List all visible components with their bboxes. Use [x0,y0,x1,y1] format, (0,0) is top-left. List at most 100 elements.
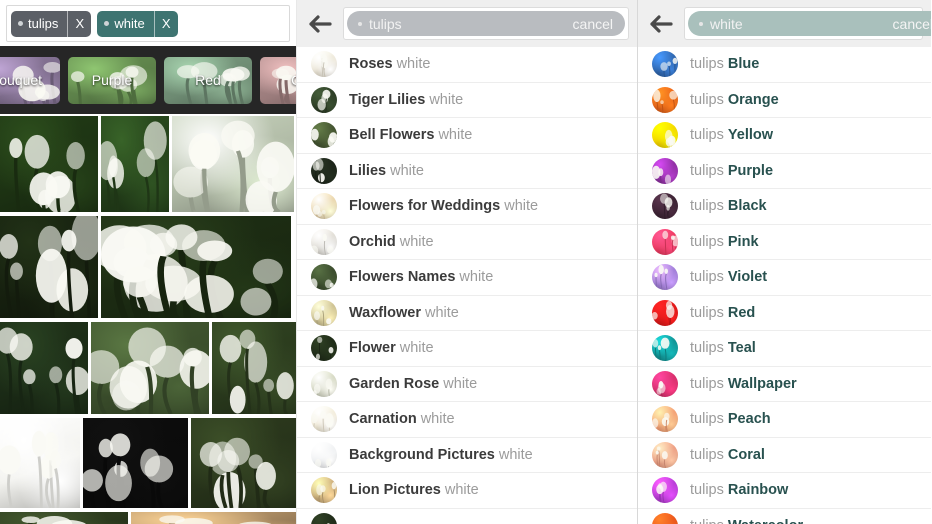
search-query-tulips: tulips [358,16,402,32]
suggestion-term: Lion Pictures [349,482,441,499]
result-image[interactable] [0,116,98,212]
search-pill-white[interactable]: white cancel [688,11,931,36]
suggestion-row[interactable]: Flowers Names white [297,260,637,296]
category-strip[interactable]: Bouquet Purple Red Cen [0,46,296,114]
suggestion-thumbnail [311,512,337,524]
result-image[interactable] [0,216,98,318]
cancel-button[interactable]: cancel [893,16,931,32]
chip-remove-icon[interactable]: X [153,10,178,37]
search-pill-tulips[interactable]: tulips cancel [347,11,625,36]
suggestion-text: Waxflower white [349,305,459,321]
suggestion-row[interactable]: tulips Purple [638,153,931,189]
search-chip-white[interactable]: white X [97,10,178,37]
category-card-red[interactable]: Red [164,56,252,104]
result-image[interactable] [101,216,291,318]
suggestion-row[interactable]: Tiger Lilies white [297,82,637,118]
suggestion-term: Purple [727,162,774,179]
suggestion-row[interactable]: tulips Peach [638,402,931,438]
suggestion-row[interactable]: Background Pictures white [297,437,637,473]
cancel-button[interactable]: cancel [573,16,613,32]
chip-input-box[interactable]: tulips Xwhite X [6,5,290,42]
suggestion-term: Flower [349,340,396,357]
suggestion-row[interactable]: Bell Flowers white [297,118,637,154]
suggestion-text: tulips Purple [690,163,773,179]
suggestion-row[interactable]: Orchid white [297,224,637,260]
suggestion-context: tulips [690,340,724,357]
suggestion-row[interactable]: Carnation white [297,402,637,438]
chip-remove-icon[interactable]: X [67,10,91,37]
suggestion-thumbnail [652,122,678,149]
suggestion-list-tulips[interactable]: Roses white Tiger Lilies white Bell Flower… [297,47,637,524]
search-query-text: white [710,15,743,32]
suggestion-row[interactable]: tulips Rainbow [638,473,931,509]
category-card-purple[interactable]: Purple [68,56,156,104]
suggestion-row[interactable]: Flower white [297,331,637,367]
result-image[interactable] [0,418,80,508]
suggestion-row[interactable]: Lion Pictures white [297,473,637,509]
back-arrow-icon[interactable] [648,11,674,37]
search-field-white[interactable]: white cancel [684,7,931,40]
result-image[interactable] [83,418,188,508]
suggestion-text: tulips Black [690,198,767,214]
suggestion-thumbnail [311,228,337,255]
result-image[interactable] [172,116,294,212]
query-dot-icon [358,21,362,26]
suggestion-term: Wallpaper [727,375,797,392]
suggestion-row[interactable]: Waxflower white [297,295,637,331]
suggestion-row[interactable]: tulips Wallpaper [638,366,931,402]
suggestion-thumbnail [652,406,678,433]
suggestion-row[interactable]: tulips Coral [638,437,931,473]
result-image[interactable] [212,322,296,414]
search-chip-tulips[interactable]: tulips X [11,10,92,37]
category-card-bouquet[interactable]: Bouquet [0,56,60,104]
suggestion-row[interactable]: tulips Yellow [638,118,931,154]
suggestion-thumbnail [311,51,337,78]
suggestion-row[interactable]: tulips Pink [638,224,931,260]
suggestion-term: Violet [727,269,768,286]
suggestion-row[interactable]: tulips Blue [638,47,931,83]
suggestion-text: tulips Wallpaper [690,376,797,392]
search-bar-white: white cancel [638,0,931,47]
suggestion-row[interactable] [297,508,637,524]
suggestion-text: Garden Rose white [349,376,477,392]
back-arrow-icon[interactable] [307,11,333,37]
suggestion-row[interactable]: Roses white [297,47,637,83]
suggestion-context: white [396,56,431,73]
suggestion-row[interactable]: tulips Watercolor [638,508,931,524]
suggestions-white-panel: white cancel tulips Blue tulips Orange tul… [638,0,931,524]
suggestion-row[interactable]: Garden Rose white [297,366,637,402]
suggestion-thumbnail [652,228,678,255]
image-grid[interactable] [0,114,296,524]
result-image[interactable] [131,512,296,524]
suggestion-row[interactable]: tulips Violet [638,260,931,296]
suggestion-thumbnail [652,512,678,524]
suggestion-thumbnail [311,264,337,291]
suggestion-term: Rainbow [727,482,789,499]
suggestion-text: tulips Rainbow [690,482,788,498]
suggestion-row[interactable]: Lilies white [297,153,637,189]
result-image[interactable] [91,322,209,414]
result-image[interactable] [101,116,169,212]
suggestion-list-white[interactable]: tulips Blue tulips Orange tulips Yellow tul… [638,47,931,524]
chip-label: tulips [11,11,67,37]
category-card-cen[interactable]: Cen [260,56,296,104]
suggestion-context: tulips [690,446,724,463]
suggestion-term: Roses [349,56,393,73]
suggestion-context: tulips [690,56,724,73]
suggestion-row[interactable]: tulips Orange [638,82,931,118]
suggestion-thumbnail [652,299,678,326]
chip-dot-icon [104,21,110,26]
suggestion-row[interactable]: Flowers for Weddings white [297,189,637,225]
search-field-tulips[interactable]: tulips cancel [343,7,629,40]
suggestion-term: Teal [727,340,756,357]
result-image[interactable] [0,322,88,414]
suggestion-row[interactable]: tulips Black [638,189,931,225]
suggestion-row[interactable]: tulips Teal [638,331,931,367]
image-results-panel: tulips Xwhite X Bouquet Purple Red Cen [0,0,297,524]
suggestion-row[interactable]: tulips Red [638,295,931,331]
result-image[interactable] [191,418,296,508]
suggestion-thumbnail [652,370,678,397]
search-query-white: white [699,16,743,32]
suggestion-thumbnail [311,86,337,113]
result-image[interactable] [0,512,128,524]
